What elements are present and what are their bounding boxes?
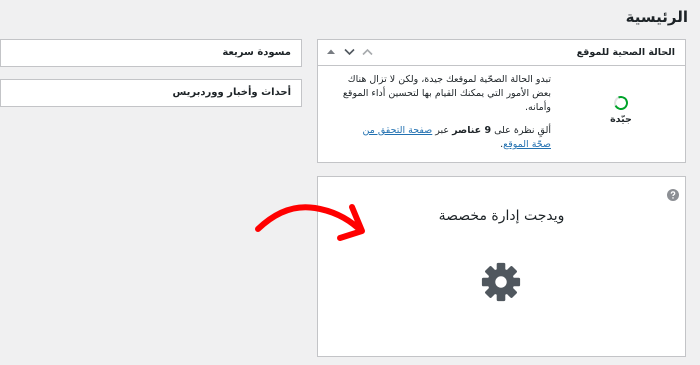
site-health-title: الحالة الصحية للموقع: [576, 47, 675, 58]
health-text: تبدو الحالة الصحّية لموقعك جيدة، ولكن لا…: [341, 73, 551, 161]
items-middle: عبر: [435, 125, 450, 136]
items-count: 9 عناصر: [452, 125, 492, 136]
health-description: تبدو الحالة الصحّية لموقعك جيدة، ولكن لا…: [342, 74, 551, 113]
chevron-down-icon: [343, 48, 355, 56]
site-health-widget: الحالة الصحية للموقع جيّدة تبدو الحالة ا…: [317, 39, 686, 163]
caret-up-icon: [327, 49, 335, 54]
news-title[interactable]: أحداث وأخبار ووردبريس: [173, 87, 291, 98]
widget-controls: [324, 45, 374, 59]
move-up-button[interactable]: [324, 45, 338, 59]
move-down-button[interactable]: [342, 45, 356, 59]
health-items-line: ألقِ نظرة على 9 عناصر عبر صفحة التحقق من…: [341, 124, 551, 152]
items-prefix: ألقِ نظرة على: [494, 125, 551, 136]
collapse-button[interactable]: [360, 45, 374, 59]
site-health-header: الحالة الصحية للموقع: [318, 40, 685, 66]
status-label: جيّدة: [610, 114, 632, 125]
page-title: الرئيسية: [625, 8, 688, 26]
quick-draft-widget[interactable]: مسودة سريعة: [0, 39, 302, 67]
news-widget[interactable]: أحداث وأخبار ووردبريس: [0, 79, 302, 107]
health-status: جيّدة: [601, 94, 641, 125]
quick-draft-title[interactable]: مسودة سريعة: [222, 47, 291, 58]
chevron-up-icon: [361, 48, 373, 56]
gear-icon: [481, 262, 521, 302]
red-arrow-icon: [255, 204, 365, 241]
help-icon[interactable]: [667, 189, 679, 201]
status-ring-icon: [612, 94, 630, 112]
